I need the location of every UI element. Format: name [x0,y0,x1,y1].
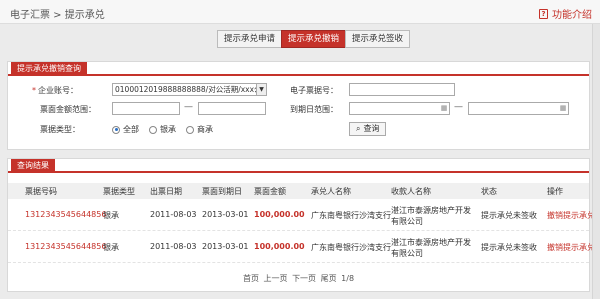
amount-range-label: 票面金额范围： [40,105,96,114]
revoke-acceptance-link[interactable]: 撤销提示承兑 [547,242,595,253]
amount-to-input[interactable] [198,102,266,115]
help-label: 功能介绍 [552,10,592,21]
range-dash: — [184,102,193,112]
revoke-acceptance-link[interactable]: 撤销提示承兑 [547,210,595,221]
draft-number-input[interactable] [349,83,455,96]
query-panel-title: 提示承兑撤销查询 [11,62,87,76]
draft-type-label: 票据类型： [40,125,80,134]
book-icon: ? [539,8,548,19]
type-radio-commercial[interactable]: 商承 [186,124,213,135]
table-row: 1312343545644856 银承 2011-08-03 2013-03-0… [8,201,595,231]
payee-cell: 湛江市泰源房地产开发有限公司 [391,206,471,226]
pagination: 首页 上一页 下一页 尾页 1/8 [8,273,589,284]
results-panel: 查询结果 票据号码 票据类型 出票日期 票面到期日 票面金额 承兑人名称 收款人… [7,158,595,292]
issue-date-cell: 2011-08-03 [150,210,197,219]
range-dash: — [454,102,463,112]
tab-acceptance-apply[interactable]: 提示承兑申请 [217,30,283,48]
payee-cell: 湛江市泰源房地产开发有限公司 [391,238,471,258]
col-header-status: 状态 [481,187,497,196]
vertical-scrollbar[interactable] [592,24,600,299]
draft-type-radio-group: 全部 银承 商承 [112,124,213,135]
calendar-icon[interactable]: ▦ [439,103,449,114]
col-header-action: 操作 [547,187,563,196]
col-header-amount: 票面金额 [254,187,286,196]
due-to-input[interactable]: ▦ [468,102,569,115]
issue-date-cell: 2011-08-03 [150,242,197,251]
pager-page-indicator: 1/8 [341,274,355,283]
due-from-input[interactable]: ▦ [349,102,450,115]
radio-icon [149,125,157,134]
status-cell: 提示承兑未签收 [481,243,537,252]
col-header-acceptor: 承兑人名称 [311,187,351,196]
col-header-type: 票据类型 [103,187,135,196]
tab-acceptance-revoke[interactable]: 提示承兑撤销 [281,30,347,48]
calendar-icon[interactable]: ▦ [558,103,568,114]
table-header: 票据号码 票据类型 出票日期 票面到期日 票面金额 承兑人名称 收款人名称 状态… [8,183,589,199]
draft-type-cell: 银承 [103,243,119,252]
draft-number-link[interactable]: 1312343545644856 [25,210,106,219]
col-header-payee: 收款人名称 [391,187,431,196]
tab-bar: 提示承兑申请 提示承兑撤销 提示承兑签收 [217,30,411,48]
radio-selected-icon [112,125,120,134]
pager-last[interactable]: 尾页 [321,274,337,283]
results-panel-title: 查询结果 [11,159,55,173]
acceptor-cell: 广东南粤银行沙湾支行 [311,243,391,252]
due-date-cell: 2013-03-01 [202,210,249,219]
search-icon: ⌕ [356,124,361,133]
amount-from-input[interactable] [112,102,180,115]
amount-cell: 100,000.00 [254,242,305,251]
due-date-cell: 2013-03-01 [202,242,249,251]
pager-next[interactable]: 下一页 [292,274,316,283]
type-radio-all[interactable]: 全部 [112,124,139,135]
type-radio-bank[interactable]: 银承 [149,124,176,135]
acceptor-cell: 广东南粤银行沙湾支行 [311,211,391,220]
tab-acceptance-sign[interactable]: 提示承兑签收 [345,30,411,48]
required-mark: * [32,86,36,95]
due-date-range-label: 到期日范围： [290,105,338,114]
breadcrumb: 电子汇票 > 提示承兑 [10,10,105,21]
query-panel: 提示承兑撤销查询 * 企业账号： 0100012019888888888/对公活期… [7,61,590,150]
enterprise-account-select[interactable]: 0100012019888888888/对公活期/xxx公 ▼ [112,83,267,96]
table-row: 1312343545644856 银承 2011-08-03 2013-03-0… [8,233,595,263]
draft-number-label: 电子票据号： [290,86,338,95]
results-panel-header: 查询结果 [8,159,589,173]
pager-prev[interactable]: 上一页 [264,274,288,283]
col-header-due-date: 票面到期日 [202,187,242,196]
draft-number-link[interactable]: 1312343545644856 [25,242,106,251]
amount-cell: 100,000.00 [254,210,305,219]
query-button[interactable]: ⌕ 查询 [349,122,387,136]
status-cell: 提示承兑未签收 [481,211,537,220]
col-header-issue-date: 出票日期 [150,187,182,196]
enterprise-account-label: * 企业账号： [32,86,78,95]
top-bar: 电子汇票 > 提示承兑 ? 功能介绍 [0,0,600,24]
chevron-down-icon: ▼ [256,84,266,95]
help-link[interactable]: ? 功能介绍 [539,6,592,21]
col-header-number: 票据号码 [25,187,57,196]
radio-icon [186,125,194,134]
draft-type-cell: 银承 [103,211,119,220]
query-panel-header: 提示承兑撤销查询 [8,62,589,76]
pager-first[interactable]: 首页 [243,274,259,283]
